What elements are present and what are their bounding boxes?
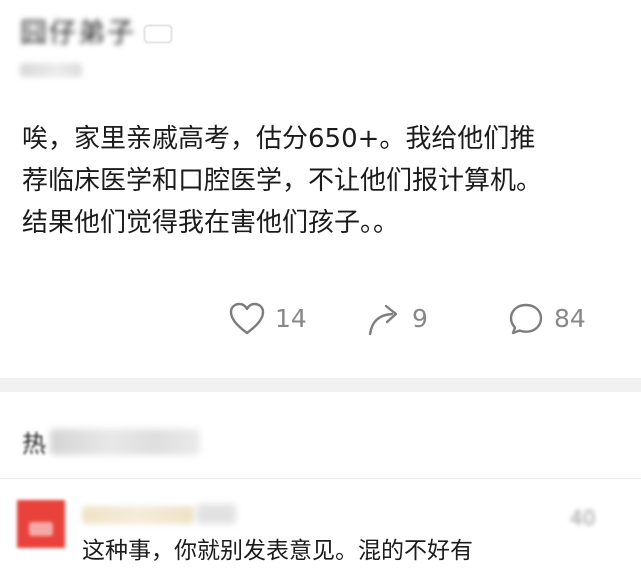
comment-item[interactable]: 40 这种事，你就别发表意见。混的不好有 <box>0 492 641 576</box>
comment-button[interactable]: 84 <box>508 299 586 339</box>
share-arrow-icon <box>366 302 402 336</box>
share-count: 9 <box>412 304 428 333</box>
comments-title-obscured <box>50 428 200 455</box>
author-name[interactable]: 囧仔弟子 <box>20 18 136 50</box>
post-body-line: 唉，家里亲戚高考，估分650+。我给他们推 <box>22 124 536 154</box>
heart-outline-icon <box>229 302 265 336</box>
share-button[interactable]: 9 <box>366 299 428 339</box>
section-separator <box>0 378 641 392</box>
comment-author-badge <box>196 504 236 524</box>
post-action-bar: 14 9 84 <box>0 299 641 339</box>
like-button[interactable]: 14 <box>229 299 307 339</box>
comment-text: 这种事，你就别发表意见。混的不好有 <box>82 538 473 564</box>
post-body-line: 结果他们觉得我在害他们孩子。。 <box>22 208 400 238</box>
comment-like-count[interactable]: 40 <box>570 506 632 528</box>
avatar[interactable] <box>17 500 65 548</box>
like-count: 14 <box>275 304 307 333</box>
comment-author-name[interactable] <box>82 506 194 524</box>
post-timestamp <box>20 63 82 77</box>
post-card: 囧仔弟子 唉，家里亲戚高考，估分650+。我给他们推 荐临床医学和口腔医学，不让… <box>0 0 641 378</box>
post-author-row[interactable]: 囧仔弟子 <box>20 18 172 50</box>
comments-header[interactable]: 热 <box>22 424 200 459</box>
comments-title: 热 <box>22 430 46 458</box>
comments-divider <box>0 478 641 479</box>
verified-badge-icon <box>144 25 172 43</box>
post-body-line: 荐临床医学和口腔医学，不让他们报计算机。 <box>22 166 543 196</box>
comment-count: 84 <box>554 304 586 333</box>
post-body[interactable]: 唉，家里亲戚高考，估分650+。我给他们推 荐临床医学和口腔医学，不让他们报计算… <box>22 118 622 244</box>
comment-bubble-icon <box>508 302 544 336</box>
